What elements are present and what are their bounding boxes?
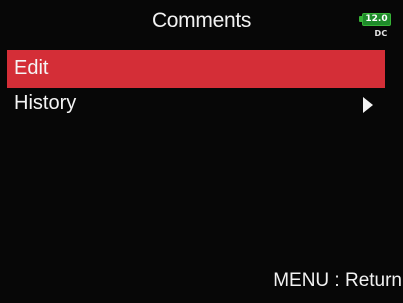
menu-item-edit[interactable]: Edit [7, 50, 385, 88]
power-source-label: DC [374, 29, 388, 38]
footer-hint: MENU : Return [273, 270, 402, 291]
menu-item-label: History [14, 92, 77, 114]
menu-item-history[interactable]: History [7, 85, 385, 123]
header-bar: Comments 12.0 DC [0, 0, 403, 46]
battery-icon: 12.0 [359, 13, 391, 26]
chevron-right-icon [363, 97, 373, 113]
screen-title: Comments [151, 9, 252, 32]
device-screen: Comments 12.0 DC Edit History MENU : Ret… [0, 0, 403, 303]
battery-level: 12.0 [365, 14, 388, 24]
menu-item-label: Edit [14, 57, 49, 79]
